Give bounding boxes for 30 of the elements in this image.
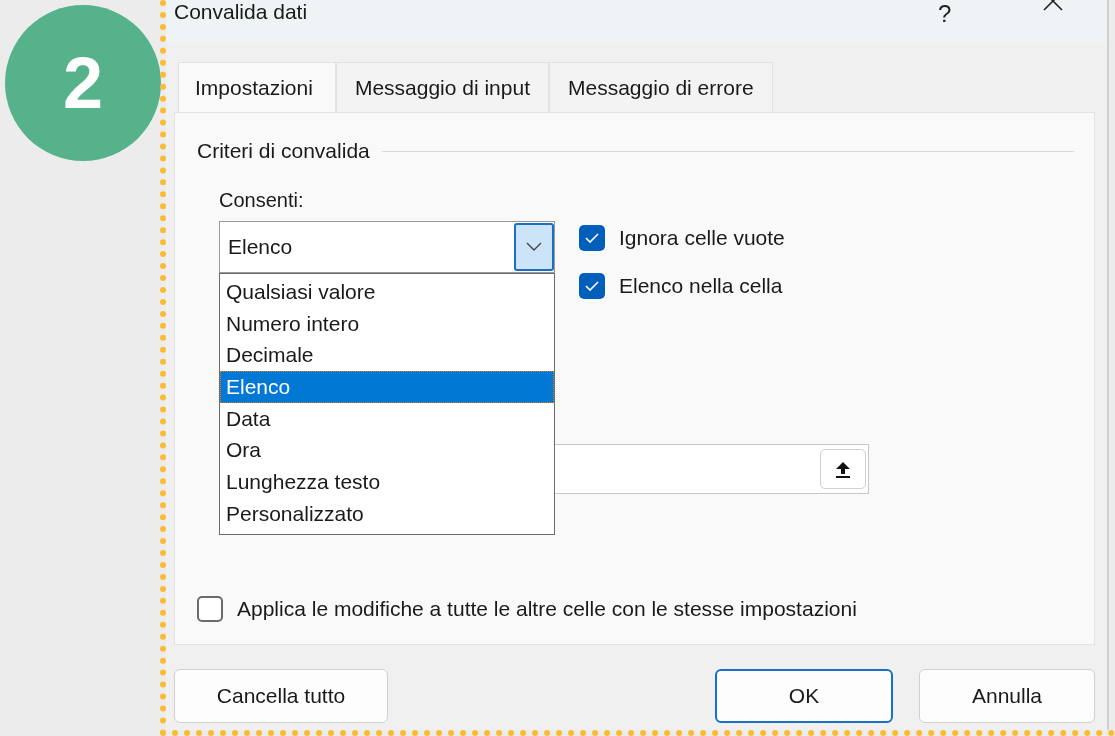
help-button[interactable]: ? xyxy=(938,0,952,28)
tab[interactable]: Impostazioni xyxy=(178,62,336,113)
dropdown-option[interactable]: Qualsiasi valore xyxy=(220,276,554,308)
checkbox[interactable] xyxy=(579,225,605,251)
window-title: Convalida dati xyxy=(174,0,308,24)
check-icon xyxy=(584,232,600,244)
dropdown-option[interactable]: Numero intero xyxy=(220,307,554,340)
checkbox-label: Ignora celle vuote xyxy=(619,226,785,250)
chevron-icon[interactable] xyxy=(514,223,554,271)
checkbox[interactable] xyxy=(579,273,605,299)
dialog-button[interactable]: Annulla xyxy=(919,669,1095,723)
tab[interactable]: Messaggio di errore xyxy=(549,62,773,112)
allow-label: Consenti: xyxy=(219,189,305,212)
group-title: Criteri di convalida xyxy=(197,139,370,163)
checkbox[interactable] xyxy=(197,596,223,622)
tab[interactable]: Messaggio di input xyxy=(335,62,549,112)
collapse-button[interactable] xyxy=(820,449,866,489)
dropdown-option[interactable]: Decimale xyxy=(220,339,554,372)
dropdown-option[interactable]: Ora xyxy=(220,434,554,467)
allow-dropdown[interactable]: Elenco xyxy=(219,221,555,273)
step-badge: 2 xyxy=(5,5,161,161)
dropdown-option[interactable]: Elenco xyxy=(220,371,554,403)
dropdown-option[interactable]: Data xyxy=(220,402,554,435)
dropdown-option[interactable]: Personalizzato xyxy=(220,497,554,530)
dropdown-option[interactable]: Lunghezza testo xyxy=(220,466,554,498)
checkbox-label: Applica le modifiche a tutte le altre celle con le stesse impostazioni xyxy=(237,597,857,621)
checkbox-label: Elenco nella cella xyxy=(619,274,783,298)
dialog-button[interactable]: Cancella tutto xyxy=(174,669,388,723)
check-icon xyxy=(584,280,600,292)
dialog-button[interactable]: OK xyxy=(715,669,893,723)
